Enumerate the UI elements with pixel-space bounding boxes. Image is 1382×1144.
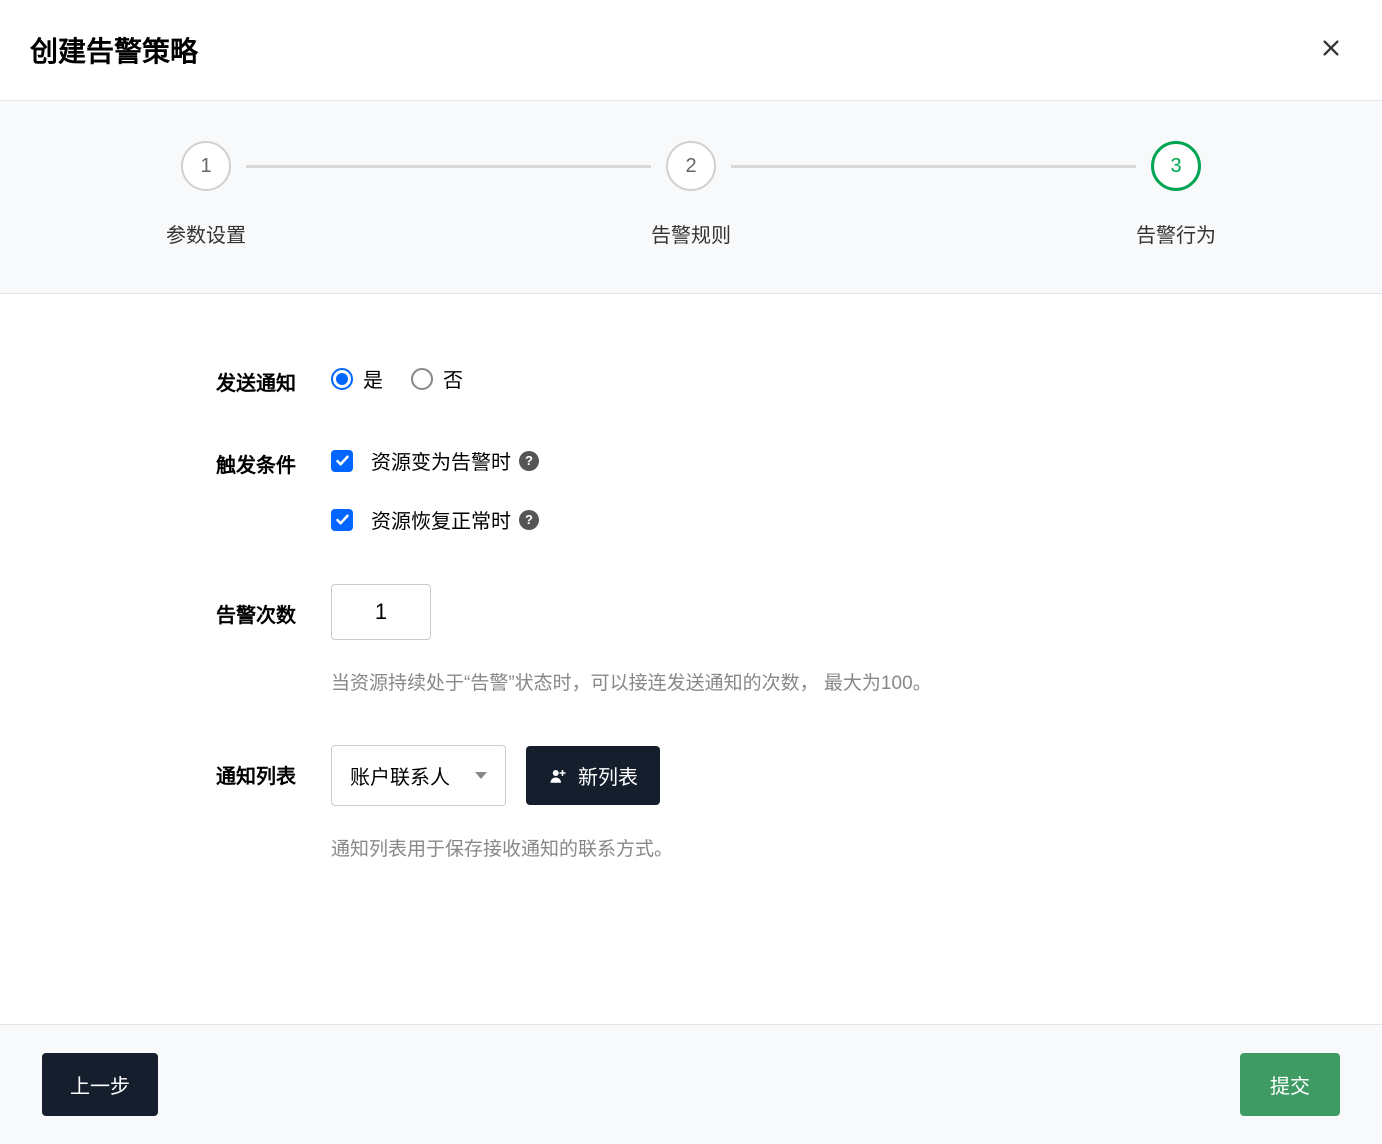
steps-wizard: 1 参数设置 2 告警规则 3 告警行为 xyxy=(0,101,1382,294)
row-alarm-count: 告警次数 当资源持续处于“告警”状态时，可以接连发送通知的次数， 最大为100。 xyxy=(191,584,1191,695)
checkbox-text: 资源恢复正常时 xyxy=(371,505,511,534)
close-button[interactable] xyxy=(1310,35,1352,65)
field-label: 发送通知 xyxy=(191,364,331,396)
notification-list-dropdown[interactable]: 账户联系人 xyxy=(331,745,506,806)
step-number: 3 xyxy=(1151,141,1201,191)
dialog-footer: 上一步 提交 xyxy=(0,1024,1382,1144)
hint-text: 当资源持续处于“告警”状态时，可以接连发送通知的次数， 最大为100。 xyxy=(331,668,1191,695)
radio-yes[interactable]: 是 xyxy=(331,364,383,393)
step-connector xyxy=(246,165,651,168)
checkbox-alarm[interactable]: 资源变为告警时 ? xyxy=(331,446,1191,475)
dialog-header: 创建告警策略 xyxy=(0,0,1382,101)
step-2[interactable]: 2 告警规则 xyxy=(651,141,731,248)
radio-icon xyxy=(331,368,353,390)
step-label: 告警规则 xyxy=(651,219,731,248)
step-connector xyxy=(731,165,1136,168)
dropdown-selected: 账户联系人 xyxy=(350,761,450,790)
prev-step-button[interactable]: 上一步 xyxy=(42,1053,158,1116)
step-3[interactable]: 3 告警行为 xyxy=(1136,141,1216,248)
step-label: 参数设置 xyxy=(166,219,246,248)
button-label: 新列表 xyxy=(578,761,638,790)
field-label: 触发条件 xyxy=(191,446,331,478)
checkbox-label: 资源变为告警时 ? xyxy=(371,446,539,475)
hint-text: 通知列表用于保存接收通知的联系方式。 xyxy=(331,834,1191,861)
checkbox-icon xyxy=(331,509,353,531)
checkbox-label: 资源恢复正常时 ? xyxy=(371,505,539,534)
checkbox-group-trigger: 资源变为告警时 ? 资源恢复正常时 ? xyxy=(331,446,1191,534)
radio-label: 否 xyxy=(443,364,463,393)
row-send-notification: 发送通知 是 否 xyxy=(191,364,1191,396)
add-user-icon xyxy=(548,767,568,785)
radio-icon xyxy=(411,368,433,390)
radio-no[interactable]: 否 xyxy=(411,364,463,393)
step-number: 1 xyxy=(181,141,231,191)
chevron-down-icon xyxy=(475,772,487,779)
radio-group-send: 是 否 xyxy=(331,364,1191,393)
field-label: 通知列表 xyxy=(191,745,331,789)
step-label: 告警行为 xyxy=(1136,219,1216,248)
checkbox-recover[interactable]: 资源恢复正常时 ? xyxy=(331,505,1191,534)
row-trigger-condition: 触发条件 资源变为告警时 ? 资源恢复正常时 xyxy=(191,446,1191,534)
alarm-count-input[interactable] xyxy=(331,584,431,640)
checkbox-icon xyxy=(331,450,353,472)
submit-button[interactable]: 提交 xyxy=(1240,1053,1340,1116)
dialog-title: 创建告警策略 xyxy=(30,30,198,70)
help-icon[interactable]: ? xyxy=(519,451,539,471)
step-number: 2 xyxy=(666,141,716,191)
checkbox-text: 资源变为告警时 xyxy=(371,446,511,475)
row-notification-list: 通知列表 账户联系人 新列表 通知列表用于保存接收通知的联系方式。 xyxy=(191,745,1191,861)
close-icon xyxy=(1320,37,1342,59)
step-1[interactable]: 1 参数设置 xyxy=(166,141,246,248)
new-list-button[interactable]: 新列表 xyxy=(526,746,660,805)
help-icon[interactable]: ? xyxy=(519,510,539,530)
radio-label: 是 xyxy=(363,364,383,393)
field-label: 告警次数 xyxy=(191,584,331,628)
form-body: 发送通知 是 否 触发条件 xyxy=(191,294,1191,861)
